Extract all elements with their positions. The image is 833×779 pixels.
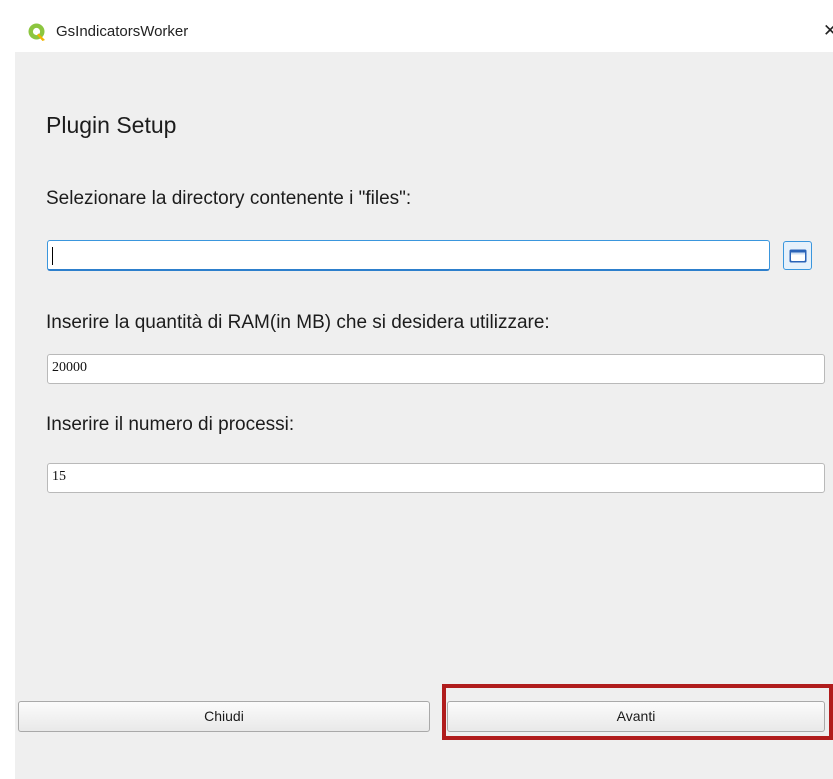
ram-input[interactable]: 20000 — [47, 354, 825, 384]
next-button[interactable]: Avanti — [447, 701, 825, 732]
close-icon[interactable]: ✕ — [823, 21, 833, 41]
directory-input[interactable] — [47, 240, 770, 271]
close-button[interactable]: Chiudi — [18, 701, 430, 732]
processes-label: Inserire il numero di processi: — [46, 414, 295, 435]
directory-label: Selezionare la directory contenente i "f… — [46, 188, 412, 209]
plugin-setup-dialog: GsIndicatorsWorker ✕ Plugin Setup Selezi… — [15, 12, 833, 779]
page-title: Plugin Setup — [46, 112, 177, 138]
ram-label: Inserire la quantità di RAM(in MB) che s… — [46, 312, 550, 333]
processes-input[interactable]: 15 — [47, 463, 825, 493]
browse-directory-button[interactable] — [783, 241, 812, 270]
folder-icon — [789, 249, 807, 263]
text-caret — [52, 247, 53, 265]
title-bar: GsIndicatorsWorker ✕ — [15, 12, 833, 52]
qgis-logo-icon — [28, 23, 45, 41]
window-title: GsIndicatorsWorker — [56, 23, 189, 40]
